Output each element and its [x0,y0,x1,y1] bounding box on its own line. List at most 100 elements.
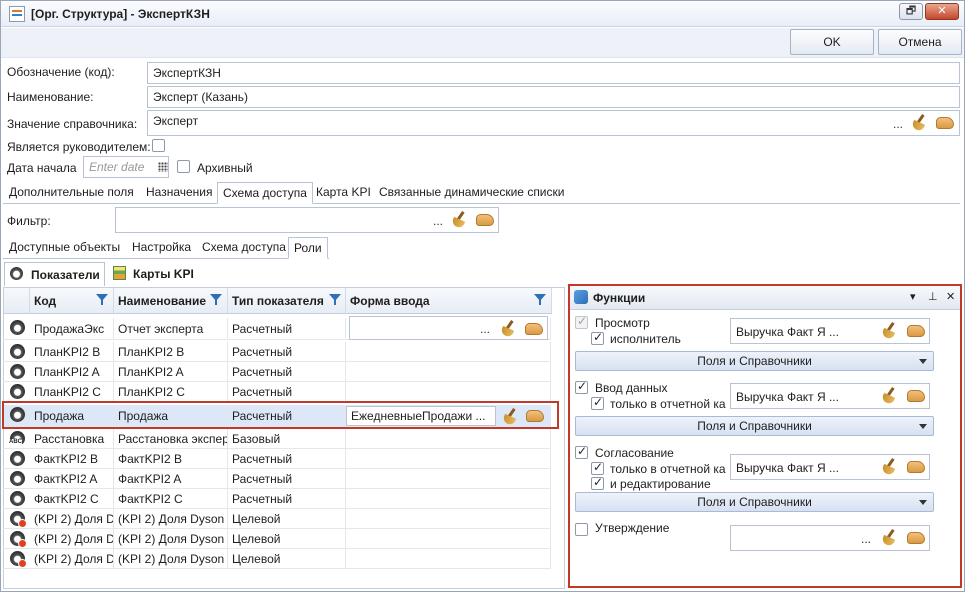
view-kpi-cards[interactable]: Карты KPI [107,262,207,286]
cell-form[interactable] [346,529,551,548]
confirm-broom-icon[interactable] [881,529,899,545]
functions-panel: Функции ▾ ⊥ ✕ Просмотр исполнитель Выруч… [568,284,962,588]
cell-name: ПланKPI2 A [114,362,228,381]
clear-broom-icon[interactable] [911,114,929,130]
close-button[interactable]: ✕ [925,3,959,20]
confirm-checkbox[interactable] [575,523,588,536]
cell-form[interactable] [346,362,551,381]
tab-assignments[interactable]: Назначения [141,182,218,204]
filter-name-icon[interactable] [210,294,222,306]
code-field[interactable]: ЭкспертКЗН [147,62,960,84]
view-indicators[interactable]: Показатели [4,262,105,286]
cell-code: Расстановка [30,429,114,448]
cell-form[interactable] [346,449,551,468]
approve-value: Выручка Факт Я ... [736,461,839,475]
subtab-available-objects[interactable]: Доступные объекты [4,237,125,259]
table-row[interactable]: ФактKPI2 B ФактKPI2 B Расчетный [3,449,551,469]
table-row[interactable]: ПланKPI2 A ПланKPI2 A Расчетный [3,362,551,382]
name-field[interactable]: Эксперт (Казань) [147,86,960,108]
approve-period-checkbox[interactable] [591,460,604,475]
filter-type-icon[interactable] [329,294,341,306]
confirm-value-field[interactable]: ... [730,525,930,551]
title-bar: [Орг. Структура] - ЭкспертКЗН 🗗 ✕ [1,1,964,27]
table-row[interactable]: РасстановкаРасстановка эксперБазовый [3,429,551,449]
ok-button[interactable]: OK [790,29,874,55]
approve-value-field[interactable]: Выручка Факт Я ... [730,454,930,480]
is-head-label: Является руководителем: [7,140,151,154]
tab-kpi-map[interactable]: Карта KPI [311,182,376,204]
view-checkbox[interactable] [575,314,588,329]
table-row[interactable]: ФактKPI2 A ФактKPI2 A Расчетный [3,469,551,489]
cell-form[interactable] [346,509,551,528]
view-value-field[interactable]: Выручка Факт Я ... [730,318,930,344]
archived-checkbox[interactable] [177,160,190,173]
input-hand-icon[interactable] [907,390,925,402]
col-header-code[interactable]: Код [30,288,114,314]
table-row[interactable]: (KPI 2) Доля D (KPI 2) Доля Dyson г Целево… [3,549,551,569]
table-row[interactable]: ПланKPI2 B ПланKPI2 B Расчетный [3,342,551,362]
input-broom-icon[interactable] [881,387,899,403]
approve-broom-icon[interactable] [881,458,899,474]
panel-close-icon[interactable]: ✕ [946,290,955,303]
subtab-settings[interactable]: Настройка [127,237,196,259]
filter-form-icon[interactable] [534,294,546,306]
view-hand-icon[interactable] [907,325,925,337]
row1-form-ellipsis[interactable]: ... [480,322,490,336]
input-value-field[interactable]: Выручка Факт Я ... [730,383,930,409]
tab-access-scheme[interactable]: Схема доступа [217,182,313,204]
indicator-icon [10,344,25,359]
archived-label: Архивный [197,161,253,175]
cell-form[interactable] [346,342,551,361]
action-bar: OK Отмена [1,28,964,58]
input-period-label: только в отчетной ка [610,397,726,411]
filter-select-hand-icon[interactable] [476,214,494,226]
cell-form[interactable] [346,469,551,488]
cell-form[interactable] [346,382,551,401]
input-period-checkbox[interactable] [591,395,604,410]
cancel-button[interactable]: Отмена [878,29,962,55]
view-broom-icon[interactable] [881,322,899,338]
table-row[interactable]: ПланKPI2 C ПланKPI2 C Расчетный [3,382,551,402]
approve-fields-bar[interactable]: Поля и Справочники [575,492,934,512]
subtab-roles[interactable]: Роли [288,237,328,259]
cell-type: Расчетный [228,489,346,508]
panel-menu-icon[interactable]: ▾ [910,290,916,303]
col-header-type[interactable]: Тип показателя [228,288,346,314]
ref-ellipsis[interactable]: ... [893,117,903,131]
cell-form[interactable] [346,489,551,508]
cell-form[interactable] [346,429,551,448]
input-checkbox[interactable] [575,379,588,394]
cell-code: ПланKPI2 C [30,382,114,401]
tab-linked-lists[interactable]: Связанные динамические списки [374,182,569,204]
col-header-name[interactable]: Наименование [114,288,228,314]
subtab-access-scheme[interactable]: Схема доступа [197,237,291,259]
approve-edit-checkbox[interactable] [591,475,604,490]
is-head-checkbox[interactable] [152,139,165,152]
table-row[interactable]: (KPI 2) Доля D (KPI 2) Доля Dyson г Целево… [3,509,551,529]
approve-checkbox[interactable] [575,444,588,459]
cell-code: ПланKPI2 A [30,362,114,381]
col-header-form[interactable]: Форма ввода [346,288,552,314]
row1-broom-icon[interactable] [500,320,518,336]
filter-clear-broom-icon[interactable] [451,211,469,227]
row1-hand-icon[interactable] [525,323,543,335]
restore-button[interactable]: 🗗 [899,3,923,20]
filter-ellipsis[interactable]: ... [433,214,443,228]
input-fields-bar[interactable]: Поля и Справочники [575,416,934,436]
table-row[interactable]: (KPI 2) Доля D (KPI 2) Доля Dyson г Целево… [3,529,551,549]
table-row[interactable]: ФактKPI2 C ФактKPI2 C Расчетный [3,489,551,509]
tab-additional-fields[interactable]: Дополнительные поля [4,182,139,204]
cell-form[interactable] [346,549,551,568]
approve-hand-icon[interactable] [907,461,925,473]
confirm-hand-icon[interactable] [907,532,925,544]
pin-icon[interactable]: ⊥ [928,290,938,303]
select-hand-icon[interactable] [936,117,954,129]
ref-field[interactable]: Эксперт [147,110,960,136]
row1-form-editor[interactable]: ... [349,316,548,340]
start-date-field[interactable]: Enter date [83,156,169,178]
filter-code-icon[interactable] [96,294,108,306]
calendar-icon[interactable] [158,162,168,172]
functions-icon [574,290,588,304]
view-executor-checkbox[interactable] [591,330,604,345]
view-fields-bar[interactable]: Поля и Справочники [575,351,934,371]
